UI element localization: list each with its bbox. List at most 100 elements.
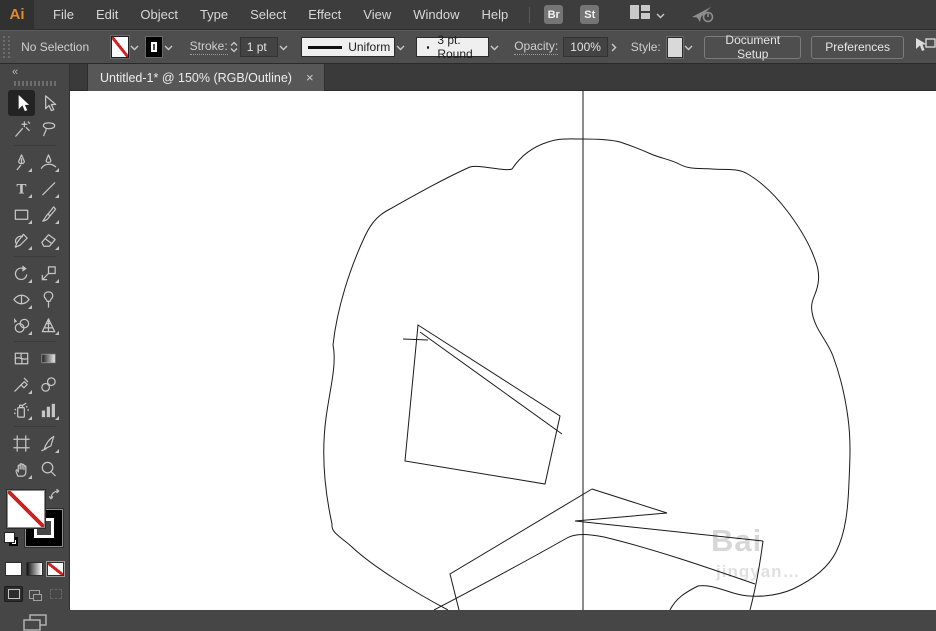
none-button[interactable] bbox=[46, 561, 65, 577]
shape-builder-tool[interactable] bbox=[8, 312, 35, 338]
svg-text:T: T bbox=[16, 182, 26, 197]
stroke-weight-stepper[interactable] bbox=[230, 37, 238, 57]
canvas[interactable]: Bai jingyan… bbox=[70, 91, 936, 610]
drawing-modes-row bbox=[0, 586, 69, 602]
sketch-path[interactable] bbox=[404, 324, 561, 485]
eyedropper-tool[interactable] bbox=[8, 371, 35, 397]
width-profile-dropdown[interactable]: Uniform bbox=[301, 37, 396, 57]
width-profile-chevron[interactable] bbox=[395, 37, 406, 57]
document-tab-bar: Untitled-1* @ 150% (RGB/Outline) × bbox=[70, 64, 936, 91]
line-segment-tool[interactable] bbox=[35, 175, 62, 201]
default-fill-stroke-icon[interactable] bbox=[4, 532, 18, 546]
stroke-color-dropdown[interactable] bbox=[163, 37, 174, 57]
free-transform-tool[interactable] bbox=[35, 286, 62, 312]
fill-stroke-block bbox=[0, 488, 70, 560]
bridge-button[interactable]: Br bbox=[544, 5, 564, 24]
swap-fill-stroke-icon[interactable] bbox=[48, 488, 62, 507]
brush-definition-chevron[interactable] bbox=[489, 37, 500, 57]
pencil-tool[interactable] bbox=[8, 227, 35, 253]
sketch-path[interactable] bbox=[419, 331, 563, 435]
menu-item-select[interactable]: Select bbox=[239, 0, 297, 30]
blend-tool[interactable] bbox=[35, 371, 62, 397]
hand-tool[interactable] bbox=[8, 456, 35, 482]
menu-item-view[interactable]: View bbox=[352, 0, 402, 30]
menu-item-file[interactable]: File bbox=[42, 0, 85, 30]
sketch-path[interactable] bbox=[433, 534, 756, 611]
menu-item-window[interactable]: Window bbox=[402, 0, 470, 30]
draw-inside-button[interactable] bbox=[46, 586, 65, 602]
menu-item-object[interactable]: Object bbox=[129, 0, 189, 30]
cs-live-icon[interactable] bbox=[691, 5, 717, 24]
collapse-panel-icon[interactable]: « bbox=[0, 64, 69, 78]
artboard-tool[interactable] bbox=[8, 430, 35, 456]
menu-item-help[interactable]: Help bbox=[470, 0, 519, 30]
perspective-grid-tool[interactable] bbox=[35, 312, 62, 338]
chevron-down-icon bbox=[656, 6, 665, 24]
lasso-tool[interactable] bbox=[35, 116, 62, 142]
direct-selection-tool[interactable] bbox=[35, 90, 62, 116]
app-logo: Ai bbox=[0, 0, 34, 30]
control-bar: No Selection Stroke: 1 pt Uniform 3 pt. … bbox=[0, 30, 936, 64]
draw-normal-button[interactable] bbox=[4, 586, 23, 602]
color-button[interactable] bbox=[5, 562, 22, 576]
illustrator-window: { "menu_bar": { "logo": "Ai", "menus": [… bbox=[0, 0, 936, 631]
tool-group-divider bbox=[8, 142, 62, 149]
brush-definition-dropdown[interactable]: 3 pt. Round bbox=[416, 33, 490, 61]
preferences-button[interactable]: Preferences bbox=[811, 35, 904, 59]
style-button[interactable]: St bbox=[580, 5, 600, 24]
zoom-tool[interactable] bbox=[35, 456, 62, 482]
tool-group-divider bbox=[8, 423, 62, 430]
gradient-tool[interactable] bbox=[35, 345, 62, 371]
width-tool[interactable] bbox=[8, 286, 35, 312]
curvature-tool[interactable] bbox=[35, 149, 62, 175]
rotate-tool[interactable] bbox=[8, 260, 35, 286]
paintbrush-tool[interactable] bbox=[35, 201, 62, 227]
column-graph-tool[interactable] bbox=[35, 397, 62, 423]
close-tab-icon[interactable]: × bbox=[306, 71, 314, 84]
opacity-chevron[interactable] bbox=[608, 37, 619, 57]
symbol-sprayer-tool[interactable] bbox=[8, 397, 35, 423]
sketch-path[interactable] bbox=[574, 488, 764, 542]
type-tool[interactable]: T bbox=[8, 175, 35, 201]
stroke-weight-dropdown[interactable] bbox=[278, 37, 289, 57]
opacity-value[interactable]: 100% bbox=[563, 37, 608, 57]
width-profile-preview bbox=[308, 45, 343, 49]
menu-item-effect[interactable]: Effect bbox=[297, 0, 352, 30]
sketch-path[interactable] bbox=[402, 338, 429, 341]
rectangle-tool[interactable] bbox=[8, 201, 35, 227]
tools-panel-grip[interactable] bbox=[13, 81, 56, 86]
style-swatch[interactable] bbox=[666, 36, 684, 58]
document-tab[interactable]: Untitled-1* @ 150% (RGB/Outline) × bbox=[87, 64, 325, 91]
workspace-switcher[interactable] bbox=[630, 5, 665, 24]
screen-mode-button[interactable] bbox=[0, 614, 69, 631]
gradient-button[interactable] bbox=[26, 562, 43, 576]
panel-dock-icon[interactable] bbox=[912, 34, 936, 61]
scale-tool[interactable] bbox=[35, 260, 62, 286]
sketch-path[interactable] bbox=[449, 488, 593, 610]
fill-indicator[interactable] bbox=[7, 490, 45, 528]
menu-item-edit[interactable]: Edit bbox=[85, 0, 129, 30]
color-type-row bbox=[0, 561, 69, 577]
magic-wand-tool[interactable] bbox=[8, 116, 35, 142]
mesh-tool[interactable] bbox=[8, 345, 35, 371]
draw-behind-button[interactable] bbox=[25, 586, 44, 602]
selection-tool[interactable] bbox=[7, 90, 35, 116]
tool-group-divider bbox=[8, 253, 62, 260]
fill-color-dropdown[interactable] bbox=[129, 37, 140, 57]
pen-tool[interactable] bbox=[8, 149, 35, 175]
stroke-panel-link[interactable]: Stroke: bbox=[189, 39, 228, 55]
brush-preview-dot bbox=[427, 45, 430, 49]
control-bar-grip[interactable] bbox=[3, 36, 11, 58]
stroke-weight-value[interactable]: 1 pt bbox=[239, 37, 279, 57]
sketch-path[interactable] bbox=[323, 138, 851, 610]
eraser-tool[interactable] bbox=[35, 227, 62, 253]
menubar-divider bbox=[529, 6, 531, 23]
fill-color-swatch[interactable] bbox=[111, 36, 129, 58]
stroke-color-swatch[interactable] bbox=[145, 36, 163, 58]
opacity-panel-link[interactable]: Opacity: bbox=[514, 39, 559, 55]
document-setup-button[interactable]: Document Setup bbox=[704, 33, 802, 61]
menu-item-type[interactable]: Type bbox=[189, 0, 239, 30]
style-dropdown[interactable] bbox=[683, 37, 694, 57]
slice-tool[interactable] bbox=[35, 430, 62, 456]
sketch-path[interactable] bbox=[749, 540, 764, 610]
